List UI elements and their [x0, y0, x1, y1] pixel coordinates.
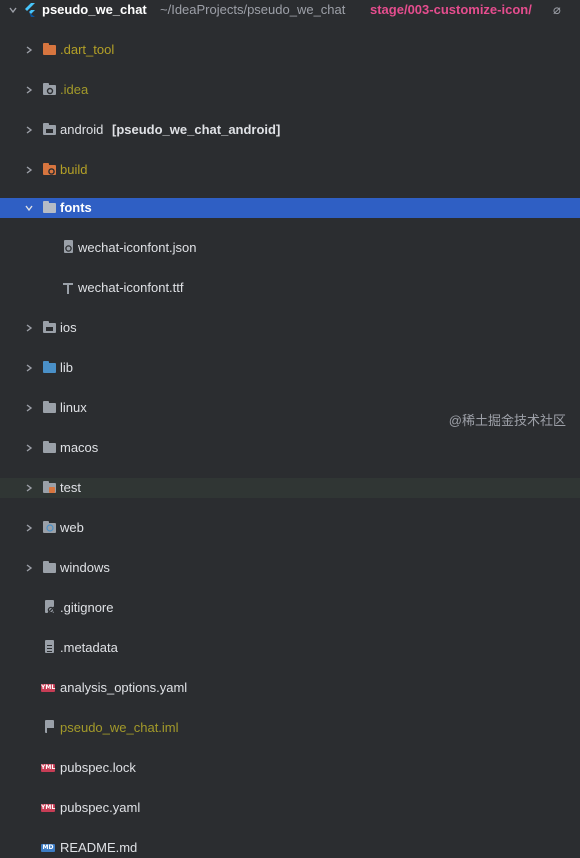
iml-file-icon	[43, 720, 56, 733]
folder-icon	[43, 561, 56, 574]
chevron-right-icon[interactable]	[22, 558, 36, 578]
tree-row-ttf[interactable]: wechat-iconfont.ttf	[0, 278, 580, 298]
module-name: [pseudo_we_chat_android]	[112, 122, 281, 137]
tree-row-lib[interactable]: lib	[0, 358, 580, 378]
yaml-tag: YML	[41, 764, 56, 772]
chevron-right-icon[interactable]	[22, 160, 36, 180]
font-file-icon	[62, 281, 75, 294]
project-name: pseudo_we_chat	[42, 2, 147, 17]
tree-row-iml[interactable]: pseudo_we_chat.iml	[0, 718, 580, 738]
project-path: ~/IdeaProjects/pseudo_we_chat	[160, 2, 346, 17]
tree-row-web[interactable]: web	[0, 518, 580, 538]
yaml-file-icon: YML	[41, 801, 56, 813]
chevron-right-icon[interactable]	[22, 318, 36, 338]
tree-row-root[interactable]: pseudo_we_chat ~/IdeaProjects/pseudo_we_…	[0, 0, 580, 20]
tree-label: .metadata	[60, 640, 118, 655]
source-folder-icon	[43, 361, 56, 374]
tree-label: fonts	[60, 200, 92, 215]
gitignore-file-icon	[43, 600, 56, 614]
tree-row-android[interactable]: android [pseudo_we_chat_android]	[0, 120, 580, 140]
tree-row-fonts[interactable]: fonts	[0, 198, 580, 218]
tree-row-metadata[interactable]: .metadata	[0, 638, 580, 658]
tree-label: android	[60, 122, 104, 137]
test-folder-icon	[43, 481, 56, 494]
tree-label: lib	[60, 360, 74, 375]
chevron-right-icon[interactable]	[22, 120, 36, 140]
settings-folder-icon	[43, 83, 56, 96]
project-tree: pseudo_we_chat ~/IdeaProjects/pseudo_we_…	[0, 0, 580, 855]
tree-label: macos	[60, 440, 99, 455]
chevron-right-icon[interactable]	[22, 80, 36, 100]
module-folder-icon	[43, 123, 56, 136]
markdown-file-icon: MD	[41, 841, 55, 853]
tree-row-analysis-options[interactable]: YML analysis_options.yaml	[0, 678, 580, 698]
tree-label: README.md	[60, 840, 138, 855]
chevron-down-icon[interactable]	[22, 198, 36, 218]
excluded-folder-icon	[43, 163, 56, 176]
tree-row-pubspec-lock[interactable]: YML pubspec.lock	[0, 758, 580, 778]
tree-label: pubspec.yaml	[60, 800, 141, 815]
tree-label: pubspec.lock	[60, 760, 136, 775]
branch-suffix: ⌀	[553, 2, 561, 17]
chevron-down-icon[interactable]	[6, 0, 20, 20]
chevron-right-icon[interactable]	[22, 478, 36, 498]
excluded-folder-icon	[43, 43, 56, 56]
tree-row-build[interactable]: build	[0, 160, 580, 180]
chevron-right-icon[interactable]	[22, 40, 36, 60]
tree-label: test	[60, 480, 81, 495]
tree-row-dart-tool[interactable]: .dart_tool	[0, 40, 580, 60]
tree-row-gitignore[interactable]: .gitignore	[0, 598, 580, 618]
tree-label: .gitignore	[60, 600, 114, 615]
yaml-tag: YML	[41, 804, 56, 812]
chevron-right-icon[interactable]	[22, 518, 36, 538]
chevron-right-icon[interactable]	[22, 438, 36, 458]
tree-row-readme[interactable]: MD README.md	[0, 838, 580, 858]
yaml-file-icon: YML	[41, 681, 56, 693]
vcs-branch: stage/003-customize-icon/	[370, 2, 532, 17]
chevron-right-icon[interactable]	[22, 398, 36, 418]
tree-row-ios[interactable]: ios	[0, 318, 580, 338]
tree-label: .idea	[60, 82, 89, 97]
tree-row-pubspec-yaml[interactable]: YML pubspec.yaml	[0, 798, 580, 818]
yaml-file-icon: YML	[41, 761, 56, 773]
flutter-icon	[24, 3, 37, 17]
text-file-icon	[43, 640, 56, 653]
tree-row-macos[interactable]: macos	[0, 438, 580, 458]
tree-row-windows[interactable]: windows	[0, 558, 580, 578]
chevron-right-icon[interactable]	[22, 358, 36, 378]
folder-icon	[43, 441, 56, 454]
tree-label: .dart_tool	[60, 42, 115, 57]
tree-label: pseudo_we_chat.iml	[60, 720, 179, 735]
tree-label: linux	[60, 400, 87, 415]
folder-icon	[43, 201, 56, 214]
tree-label: ios	[60, 320, 77, 335]
tree-row-test[interactable]: test	[0, 478, 580, 498]
tree-label: build	[60, 162, 88, 177]
tree-label: wechat-iconfont.ttf	[78, 280, 184, 295]
yaml-tag: YML	[41, 684, 56, 692]
tree-label: wechat-iconfont.json	[78, 240, 197, 255]
tree-row-json[interactable]: wechat-iconfont.json	[0, 238, 580, 258]
folder-icon	[43, 401, 56, 414]
watermark: @稀土掘金技术社区	[448, 413, 566, 428]
tree-label: analysis_options.yaml	[60, 680, 188, 695]
web-folder-icon	[43, 521, 56, 534]
json-file-icon	[62, 240, 75, 253]
tree-label: windows	[60, 560, 110, 575]
tree-label: web	[60, 520, 84, 535]
module-folder-icon	[43, 321, 56, 334]
markdown-tag: MD	[41, 844, 55, 852]
tree-row-idea[interactable]: .idea	[0, 80, 580, 100]
